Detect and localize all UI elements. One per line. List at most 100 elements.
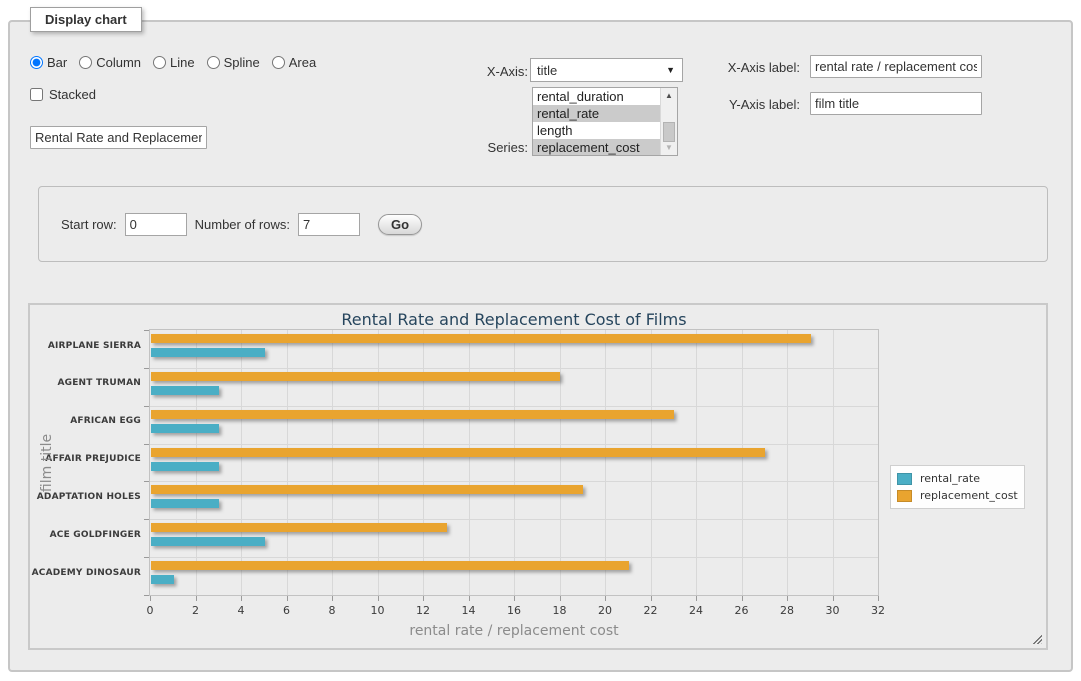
scroll-down-icon[interactable]: ▼ bbox=[661, 140, 677, 155]
x-tick-label: 24 bbox=[679, 604, 713, 617]
x-tick-mark bbox=[469, 596, 470, 601]
number-of-rows-input[interactable] bbox=[298, 213, 360, 236]
x-axis-select-label: X-Axis: bbox=[440, 64, 528, 79]
chart-type-option-line: Line bbox=[153, 55, 195, 70]
bar-replacement_cost bbox=[151, 523, 447, 532]
x-axis-select[interactable]: title ▼ bbox=[530, 58, 683, 82]
chart-title-input[interactable] bbox=[30, 126, 207, 149]
gridline-vertical bbox=[560, 330, 561, 595]
category-label: ACADEMY DINOSAUR bbox=[30, 568, 141, 578]
gridline-horizontal bbox=[150, 519, 878, 520]
chart-type-radio-label: Line bbox=[170, 55, 195, 70]
gridline-vertical bbox=[423, 330, 424, 595]
chart-type-radio-spline[interactable] bbox=[207, 56, 220, 69]
bar-replacement_cost bbox=[151, 372, 560, 381]
chart-type-radio-label: Bar bbox=[47, 55, 67, 70]
page: Display chart Bar Column Line Spline Area St… bbox=[0, 0, 1081, 681]
x-tick-mark bbox=[605, 596, 606, 601]
gridline-horizontal bbox=[150, 481, 878, 482]
x-tick-mark bbox=[378, 596, 379, 601]
series-list-scrollbar[interactable]: ▲ ▼ bbox=[660, 88, 677, 155]
chart-type-radio-label: Column bbox=[96, 55, 141, 70]
x-tick-label: 0 bbox=[133, 604, 167, 617]
bar-rental_rate bbox=[151, 424, 219, 433]
x-tick-mark bbox=[742, 596, 743, 601]
gridline-vertical bbox=[651, 330, 652, 595]
chart-type-option-bar: Bar bbox=[30, 55, 67, 70]
bar-rental_rate bbox=[151, 537, 265, 546]
series-list-items: rental_durationrental_ratelengthreplacem… bbox=[533, 88, 660, 155]
x-tick-label: 12 bbox=[406, 604, 440, 617]
gridline-vertical bbox=[742, 330, 743, 595]
bar-replacement_cost bbox=[151, 448, 765, 457]
legend-item-rental_rate: rental_rate bbox=[897, 470, 1018, 487]
chart-type-radio-group: Bar Column Line Spline Area bbox=[30, 55, 324, 70]
legend-item-replacement_cost: replacement_cost bbox=[897, 487, 1018, 504]
bar-rental_rate bbox=[151, 462, 219, 471]
x-axis-label-input[interactable] bbox=[810, 55, 982, 78]
start-row-input[interactable] bbox=[125, 213, 187, 236]
y-axis-label-input[interactable] bbox=[810, 92, 982, 115]
fieldset-legend: Display chart bbox=[30, 7, 142, 32]
chart-title: Rental Rate and Replacement Cost of Film… bbox=[150, 310, 878, 329]
x-tick-label: 32 bbox=[861, 604, 895, 617]
category-label: AGENT TRUMAN bbox=[30, 378, 141, 388]
gridline-vertical bbox=[833, 330, 834, 595]
gridline-vertical bbox=[514, 330, 515, 595]
gridline-horizontal bbox=[150, 406, 878, 407]
scroll-up-icon[interactable]: ▲ bbox=[661, 88, 677, 103]
stacked-checkbox[interactable] bbox=[30, 88, 43, 101]
series-option-rental_rate[interactable]: rental_rate bbox=[533, 105, 660, 122]
chart-type-radio-label: Area bbox=[289, 55, 316, 70]
x-tick-label: 28 bbox=[770, 604, 804, 617]
chart-type-radio-area[interactable] bbox=[272, 56, 285, 69]
x-tick-label: 20 bbox=[588, 604, 622, 617]
go-button[interactable]: Go bbox=[378, 214, 422, 235]
x-tick-mark bbox=[696, 596, 697, 601]
gridline-vertical bbox=[696, 330, 697, 595]
gridline-vertical bbox=[787, 330, 788, 595]
x-tick-label: 8 bbox=[315, 604, 349, 617]
x-tick-mark bbox=[241, 596, 242, 601]
x-tick-mark bbox=[287, 596, 288, 601]
y-tick-mark bbox=[144, 330, 149, 331]
series-option-length[interactable]: length bbox=[533, 122, 660, 139]
chart-type-radio-column[interactable] bbox=[79, 56, 92, 69]
legend-label: replacement_cost bbox=[920, 489, 1018, 502]
bar-rental_rate bbox=[151, 499, 219, 508]
chart-resize-handle[interactable] bbox=[1031, 633, 1042, 644]
y-tick-mark bbox=[144, 406, 149, 407]
bar-replacement_cost bbox=[151, 410, 674, 419]
category-label: AFRICAN EGG bbox=[30, 416, 141, 426]
series-option-replacement_cost[interactable]: replacement_cost bbox=[533, 139, 660, 156]
x-tick-label: 16 bbox=[497, 604, 531, 617]
x-tick-mark bbox=[332, 596, 333, 601]
chart-type-radio-bar[interactable] bbox=[30, 56, 43, 69]
series-listbox[interactable]: rental_durationrental_ratelengthreplacem… bbox=[532, 87, 678, 156]
y-axis-label-label: Y-Axis label: bbox=[700, 97, 800, 112]
stacked-row: Stacked bbox=[30, 87, 96, 102]
bar-rental_rate bbox=[151, 348, 265, 357]
gridline-vertical bbox=[241, 330, 242, 595]
number-of-rows-label: Number of rows: bbox=[195, 217, 290, 232]
x-tick-mark bbox=[196, 596, 197, 601]
y-tick-mark bbox=[144, 519, 149, 520]
category-label: ACE GOLDFINGER bbox=[30, 530, 141, 540]
chart-type-radio-line[interactable] bbox=[153, 56, 166, 69]
gridline-vertical bbox=[605, 330, 606, 595]
series-option-rental_duration[interactable]: rental_duration bbox=[533, 88, 660, 105]
chart-type-option-column: Column bbox=[79, 55, 141, 70]
chart-type-radio-label: Spline bbox=[224, 55, 260, 70]
row-controls-panel: Start row: Number of rows: Go bbox=[38, 186, 1048, 262]
gridline-horizontal bbox=[150, 444, 878, 445]
y-tick-mark bbox=[144, 557, 149, 558]
bar-rental_rate bbox=[151, 386, 219, 395]
chart-type-option-area: Area bbox=[272, 55, 316, 70]
gridline-vertical bbox=[332, 330, 333, 595]
x-axis-selected-value: title bbox=[537, 63, 557, 78]
bar-rental_rate bbox=[151, 575, 174, 584]
bar-replacement_cost bbox=[151, 485, 583, 494]
gridline-vertical bbox=[378, 330, 379, 595]
scrollbar-thumb[interactable] bbox=[663, 122, 675, 142]
x-axis-title: rental rate / replacement cost bbox=[150, 623, 878, 639]
